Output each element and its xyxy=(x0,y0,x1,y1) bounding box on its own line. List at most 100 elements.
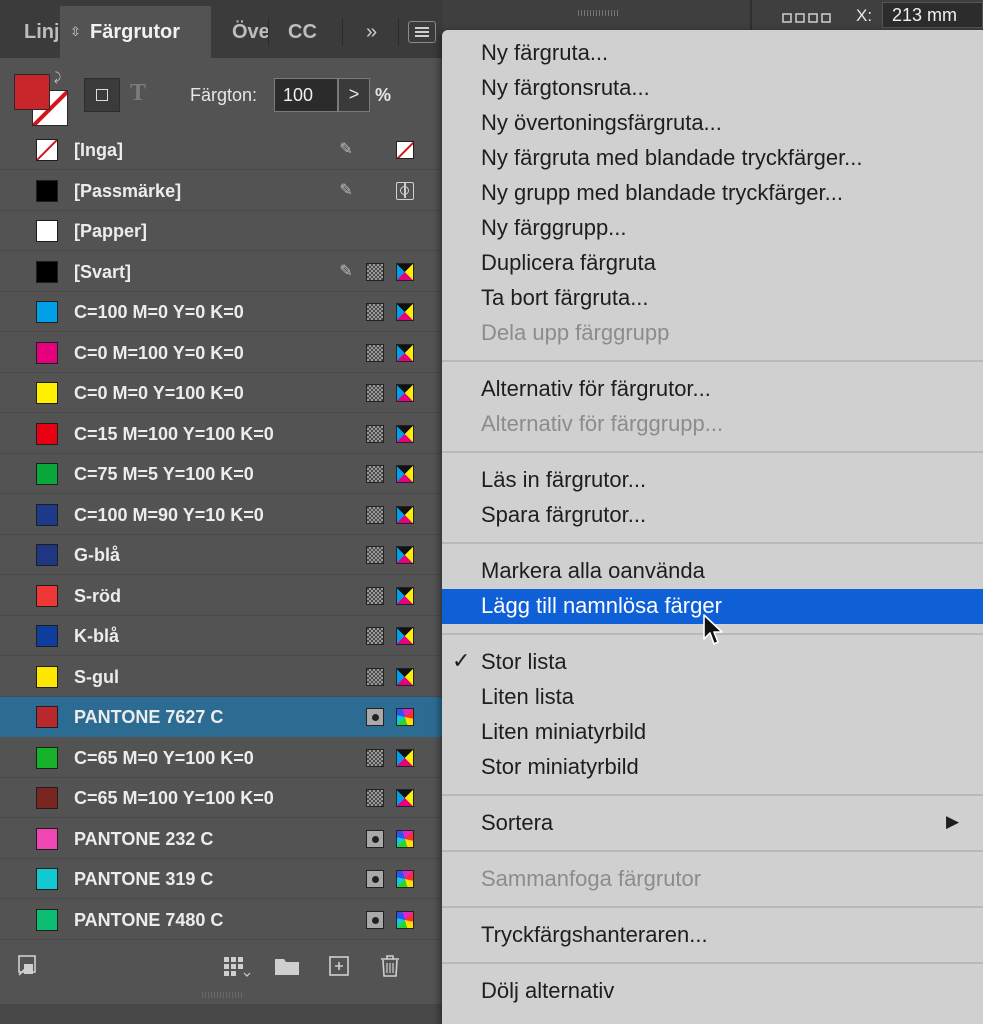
swatch-row[interactable]: C=15 M=100 Y=100 K=0 xyxy=(0,414,443,454)
menu-item[interactable]: Stor miniatyrbild xyxy=(442,750,983,785)
load-swatches-icon[interactable] xyxy=(16,954,40,978)
swatch-name: [Passmärke] xyxy=(74,180,182,201)
tint-unit: % xyxy=(375,85,392,105)
swatch-row[interactable]: PANTONE 319 C xyxy=(0,859,443,899)
menu-item[interactable]: ✓ Stor lista xyxy=(442,645,983,680)
menu-item[interactable]: Ny färgtonsruta... xyxy=(442,71,983,106)
swatch-row[interactable]: G-blå xyxy=(0,535,443,575)
menu-item[interactable]: Duplicera färgruta xyxy=(442,246,983,281)
menu-item[interactable]: Ny övertoningsfärgruta... xyxy=(442,106,983,141)
menu-item[interactable]: Ny grupp med blandade tryckfärger... xyxy=(442,176,983,211)
tint-input[interactable]: 100 xyxy=(274,78,338,112)
tab-overflow-button[interactable]: » xyxy=(366,6,377,58)
swatch-color-chip xyxy=(36,584,58,607)
menu-item-label: Spara färgrutor... xyxy=(481,502,647,527)
swatch-row[interactable]: C=65 M=100 Y=100 K=0 xyxy=(0,778,443,818)
swatch-row[interactable]: PANTONE 7627 C xyxy=(0,697,443,737)
new-swatch-icon[interactable] xyxy=(328,954,352,978)
swatch-row[interactable]: C=0 M=0 Y=100 K=0 xyxy=(0,373,443,413)
mouse-cursor-icon xyxy=(703,614,723,645)
menu-item-label: Ny grupp med blandade tryckfärger... xyxy=(481,180,843,205)
menu-item[interactable]: Ny färgruta... xyxy=(442,36,983,71)
menu-item-label: Dela upp färggrupp xyxy=(481,320,670,345)
menu-item[interactable]: Spara färgrutor... xyxy=(442,498,983,533)
menu-item-label: Stor miniatyrbild xyxy=(481,754,639,779)
new-group-folder-icon[interactable] xyxy=(274,954,300,978)
tab-stroke[interactable]: Linj xyxy=(0,6,58,58)
menu-item[interactable]: Alternativ för färgrutor... xyxy=(442,372,983,407)
tab-swatches[interactable]: Färgrutor xyxy=(60,6,211,58)
tab-separator xyxy=(268,18,269,46)
locked-pencil-icon: ✎ xyxy=(339,141,353,158)
swatch-color-chip xyxy=(36,260,58,283)
swatch-row[interactable]: S-röd xyxy=(0,576,443,616)
swatch-color-chip xyxy=(36,868,58,890)
fill-swatch[interactable] xyxy=(14,74,50,110)
menu-item[interactable]: Ny färggrupp... xyxy=(442,211,983,246)
none-mode-icon xyxy=(396,141,414,159)
swatch-color-chip xyxy=(36,827,58,850)
reference-point-icon[interactable] xyxy=(782,12,832,28)
menu-item-label: Ny färgruta... xyxy=(481,40,609,65)
menu-item: Alternativ för färggrupp... xyxy=(442,407,983,442)
menu-item[interactable]: Ny färgruta med blandade tryckfärger... xyxy=(442,141,983,176)
menu-item[interactable]: Liten miniatyrbild xyxy=(442,715,983,750)
swatch-row[interactable]: S-gul xyxy=(0,657,443,697)
swatch-row[interactable]: [Svart] ✎ xyxy=(0,252,443,292)
swatch-color-chip xyxy=(36,544,58,566)
cmyk-mode-icon xyxy=(396,384,414,402)
swatch-name: C=100 M=0 Y=0 K=0 xyxy=(74,302,244,322)
panel-grip[interactable] xyxy=(578,10,618,16)
show-swatch-kinds-icon[interactable] xyxy=(222,954,252,978)
formatting-container-button[interactable] xyxy=(84,78,120,112)
swatch-row[interactable]: C=100 M=90 Y=10 K=0 xyxy=(0,495,443,535)
cmyk-mode-icon xyxy=(396,627,414,645)
swatch-row[interactable]: K-blå xyxy=(0,616,443,656)
swatch-row[interactable]: C=65 M=0 Y=100 K=0 xyxy=(0,738,443,778)
process-color-icon xyxy=(366,748,384,767)
menu-separator xyxy=(442,451,983,453)
swatch-name: C=0 M=0 Y=100 K=0 xyxy=(74,383,244,403)
menu-item[interactable]: Ta bort färgruta... xyxy=(442,281,983,316)
trash-icon[interactable] xyxy=(379,954,401,978)
tint-stepper-button[interactable]: > xyxy=(338,78,370,112)
swatch-row[interactable]: C=100 M=0 Y=0 K=0 xyxy=(0,292,443,332)
panel-resize-grip[interactable] xyxy=(202,992,242,998)
submenu-arrow-icon: ▶ xyxy=(946,812,960,831)
menu-item-label: Stor lista xyxy=(481,649,567,674)
cmyk-mode-icon xyxy=(396,303,414,321)
swatch-name: C=100 M=90 Y=10 K=0 xyxy=(74,504,264,525)
x-coordinate-field[interactable]: 213 mm xyxy=(882,2,983,28)
menu-item[interactable]: Sortera ▶ xyxy=(442,806,983,841)
menu-item-label: Ny övertoningsfärgruta... xyxy=(481,110,722,135)
tab-cc-libraries[interactable]: CC xyxy=(270,6,340,58)
spot-color-icon xyxy=(366,870,384,888)
swatch-color-chip xyxy=(36,908,58,931)
swatch-row[interactable]: PANTONE 232 C xyxy=(0,819,443,859)
menu-item[interactable]: Markera alla oanvända xyxy=(442,554,983,589)
swatch-name: S-gul xyxy=(74,666,119,687)
swatch-name: C=0 M=100 Y=0 K=0 xyxy=(74,342,244,363)
spot-mode-icon xyxy=(396,910,414,929)
menu-separator xyxy=(442,542,983,544)
menu-item-label: Läs in färgrutor... xyxy=(481,467,647,492)
swatch-row[interactable]: [Papper] xyxy=(0,211,443,251)
menu-separator xyxy=(442,906,983,908)
spot-mode-icon xyxy=(396,829,414,848)
swap-fill-stroke-icon[interactable]: ⤸ xyxy=(54,70,61,85)
swatch-name: S-röd xyxy=(74,585,121,606)
menu-item[interactable]: Tryckfärgshanteraren... xyxy=(442,918,983,953)
menu-item[interactable]: Läs in färgrutor... xyxy=(442,463,983,498)
menu-separator xyxy=(442,850,983,852)
swatch-row[interactable]: C=0 M=100 Y=0 K=0 xyxy=(0,333,443,373)
swatch-row[interactable]: C=75 M=5 Y=100 K=0 xyxy=(0,454,443,494)
panel-menu-button[interactable] xyxy=(408,21,436,43)
swatch-name: [Svart] xyxy=(74,261,132,282)
swatch-row[interactable]: [Passmärke] ✎ xyxy=(0,171,443,211)
formatting-text-button[interactable]: T xyxy=(130,80,146,107)
swatch-row[interactable]: PANTONE 7480 C xyxy=(0,900,443,940)
tab-gradient[interactable]: Över xyxy=(212,6,268,58)
swatch-row[interactable]: [Inga] ✎ xyxy=(0,130,443,170)
menu-item[interactable]: Dölj alternativ xyxy=(442,974,983,1009)
menu-item[interactable]: Liten lista xyxy=(442,680,983,715)
